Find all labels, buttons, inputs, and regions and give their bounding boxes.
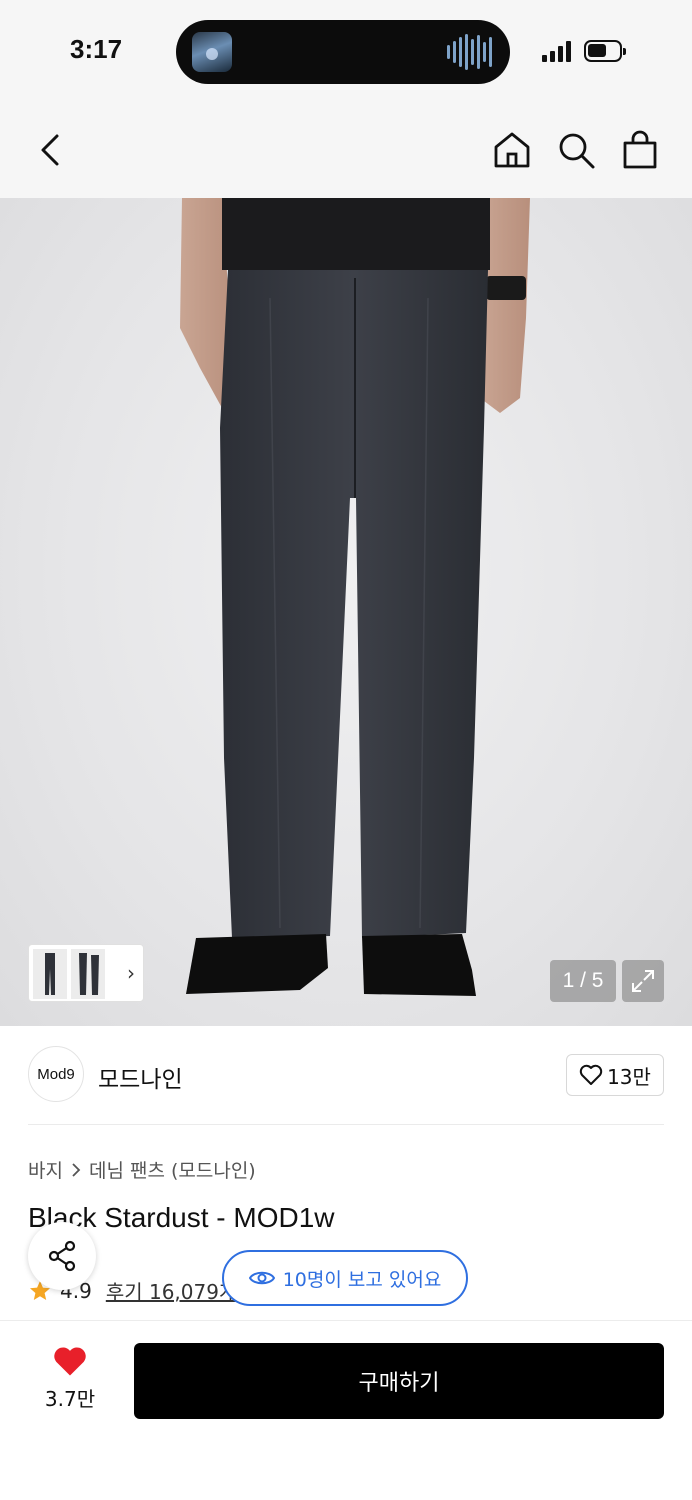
status-time: 3:17 [70, 34, 123, 64]
breadcrumb: 바지 데님 팬츠 (모드나인) [28, 1156, 256, 1183]
thumbnail-1[interactable] [33, 949, 67, 999]
cellular-signal-icon [542, 40, 571, 62]
image-counter: 1 / 5 [550, 960, 616, 1002]
status-bar: 3:17 [0, 0, 692, 100]
search-icon [559, 133, 595, 169]
battery-icon [584, 40, 626, 62]
chevron-right-icon[interactable]: › [127, 961, 135, 985]
divider [28, 1124, 664, 1125]
brand-name[interactable]: 모드나인 [98, 1060, 183, 1094]
buy-button[interactable]: 구매하기 [134, 1343, 664, 1419]
heart-outline-icon [579, 1064, 603, 1085]
thumbnail-strip[interactable]: › [28, 944, 144, 1002]
back-icon [41, 134, 59, 166]
breadcrumb-subcategory[interactable]: 데님 팬츠 (모드나인) [89, 1156, 256, 1183]
expand-button[interactable] [622, 960, 664, 1002]
brand-like-count: 13만 [607, 1064, 651, 1089]
wishlist-button[interactable]: 3.7만 [30, 1345, 110, 1412]
brand-like-button[interactable]: 13만 [566, 1054, 664, 1096]
share-icon [48, 1240, 76, 1272]
breadcrumb-category[interactable]: 바지 [28, 1156, 63, 1183]
audio-waveform-icon [447, 34, 492, 70]
brand-row[interactable]: Mod9 모드나인 13만 [0, 1026, 692, 1126]
viewers-text: 10명이 보고 있어요 [282, 1268, 442, 1291]
now-playing-artwork [192, 32, 232, 72]
home-icon [494, 132, 530, 168]
home-button[interactable] [490, 128, 534, 172]
bottom-action-bar: 3.7만 구매하기 [0, 1320, 692, 1500]
viewers-badge: 10명이 보고 있어요 [222, 1250, 468, 1306]
eye-icon [248, 1271, 275, 1285]
product-image-gallery[interactable]: › 1 / 5 [0, 198, 692, 1026]
back-button[interactable] [28, 128, 72, 172]
brand-logo[interactable]: Mod9 [28, 1046, 84, 1102]
review-count-link[interactable]: 후기 16,079개 [106, 1276, 238, 1305]
search-button[interactable] [554, 128, 598, 172]
chevron-right-icon [72, 1162, 81, 1177]
top-navigation [0, 100, 692, 198]
wishlist-count: 3.7만 [44, 1387, 96, 1411]
heart-filled-icon [54, 1347, 86, 1376]
cart-button[interactable] [618, 128, 662, 172]
dynamic-island[interactable] [176, 20, 510, 84]
share-button[interactable] [28, 1222, 96, 1290]
expand-icon [632, 970, 654, 992]
shopping-bag-icon [623, 130, 657, 169]
product-photo [180, 198, 530, 996]
thumbnail-2[interactable] [71, 949, 105, 999]
